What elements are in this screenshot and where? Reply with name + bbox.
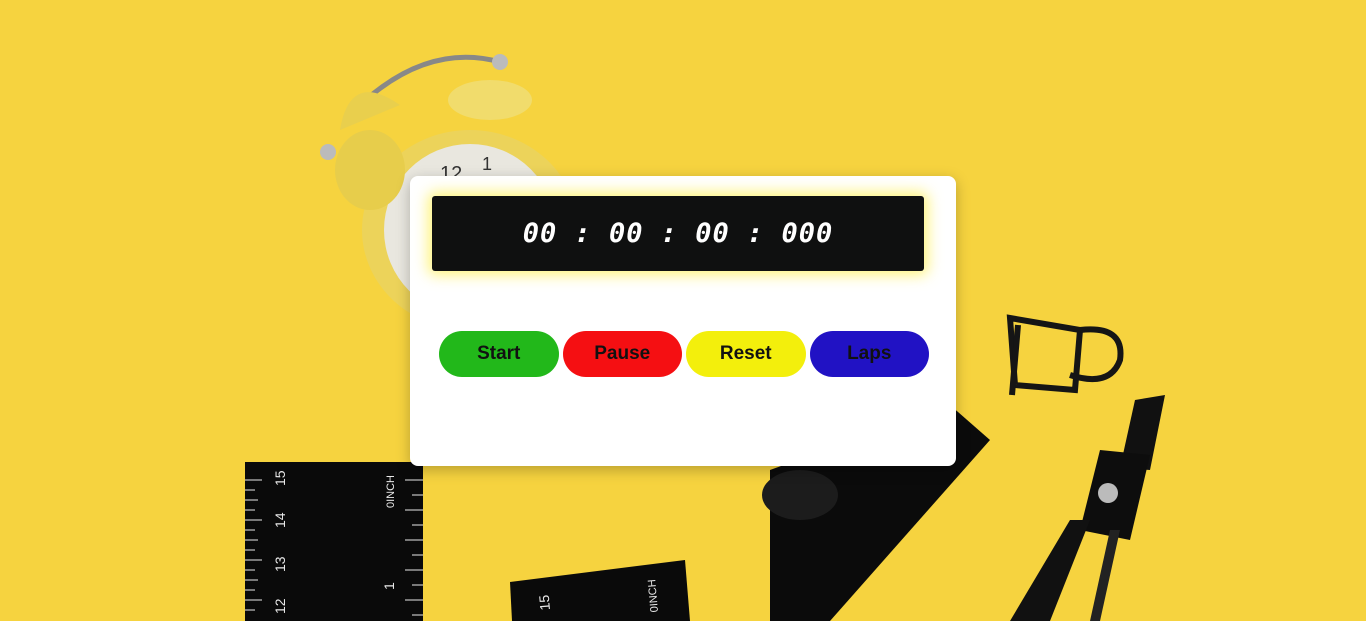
svg-text:1: 1 [482, 154, 492, 174]
svg-text:13: 13 [272, 556, 288, 572]
reset-button[interactable]: Reset [686, 331, 806, 377]
svg-text:15: 15 [536, 594, 553, 611]
svg-text:1: 1 [381, 582, 397, 590]
stopwatch-card: 00 : 00 : 00 : 000 Start Pause Reset Lap… [410, 176, 956, 466]
time-readout: 00 : 00 : 00 : 000 [522, 218, 834, 249]
time-display: 00 : 00 : 00 : 000 [432, 196, 924, 271]
svg-text:12: 12 [272, 598, 288, 614]
svg-text:0INCH: 0INCH [385, 475, 397, 508]
control-buttons: Start Pause Reset Laps [439, 331, 929, 377]
laps-button[interactable]: Laps [809, 331, 929, 377]
svg-text:14: 14 [272, 512, 288, 528]
ruler-image: 15 14 13 12 0INCH 1 [245, 462, 423, 621]
start-button[interactable]: Start [439, 331, 559, 377]
pause-button[interactable]: Pause [562, 331, 682, 377]
svg-text:15: 15 [272, 470, 288, 486]
